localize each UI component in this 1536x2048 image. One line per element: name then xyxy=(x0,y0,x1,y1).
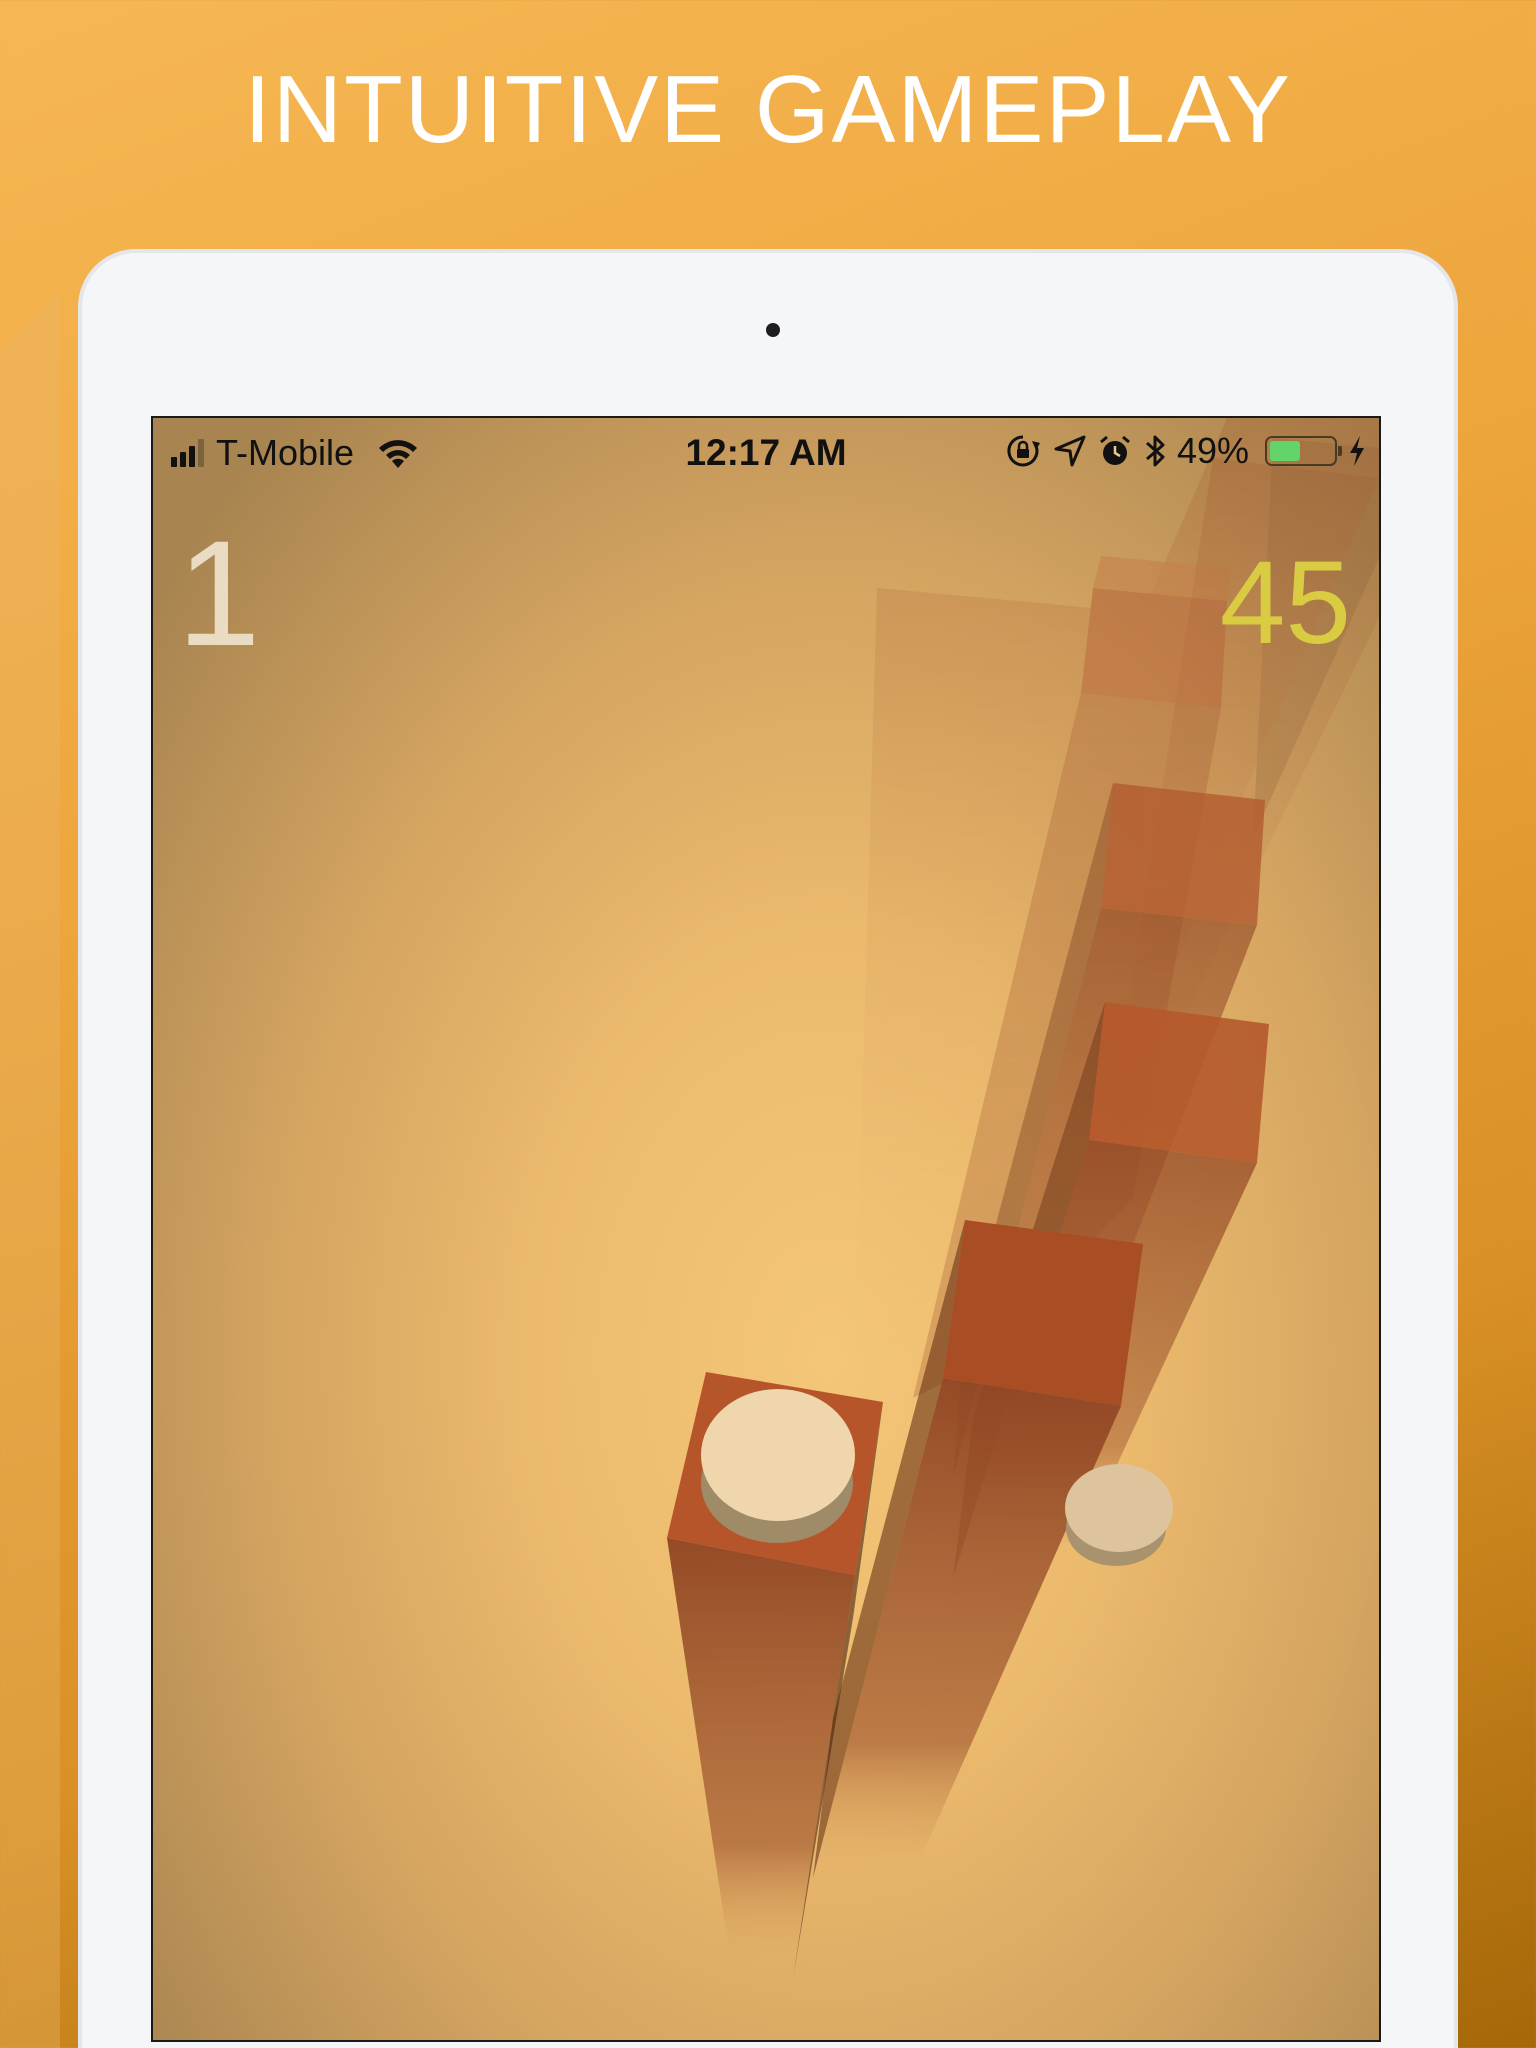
status-bar: T-Mobile 12:17 AM 49% xyxy=(153,418,1379,484)
status-right: 49% xyxy=(1003,430,1367,472)
battery-icon xyxy=(1265,436,1342,466)
battery-fill xyxy=(1270,441,1300,461)
game-screen[interactable]: T-Mobile 12:17 AM 49% 1 45 xyxy=(151,416,1381,2042)
ball-ghost xyxy=(1065,1464,1173,1566)
battery-percent: 49% xyxy=(1176,430,1249,471)
bluetooth-icon xyxy=(1145,435,1165,467)
score: 45 xyxy=(1219,537,1351,669)
front-camera xyxy=(766,323,780,337)
player-ball xyxy=(701,1389,855,1543)
orientation-lock-icon xyxy=(1007,435,1040,467)
level-number: 1 xyxy=(177,509,261,677)
headline: INTUITIVE GAMEPLAY xyxy=(244,56,1292,163)
alarm-icon xyxy=(1099,435,1130,465)
location-arrow-icon xyxy=(1054,435,1086,467)
game-scene xyxy=(667,418,1379,1978)
charging-bolt-icon xyxy=(1350,436,1364,466)
